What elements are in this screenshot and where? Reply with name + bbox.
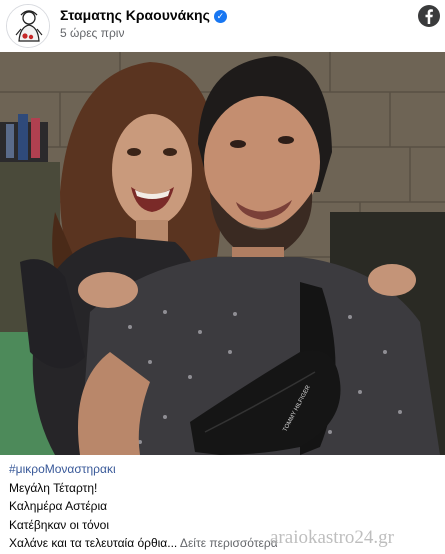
facebook-icon[interactable] bbox=[418, 5, 440, 27]
photo-illustration: TOMMY HILFIGER bbox=[0, 52, 445, 455]
caption-line: Χαλάνε και τα τελευταία όρθια... bbox=[9, 536, 178, 550]
see-more-link[interactable]: Δείτε περισσότερα bbox=[180, 536, 278, 550]
post-header: Σταματης Κραουνάκης ✓ 5 ώρες πριν bbox=[0, 0, 445, 52]
caption-line: Μεγάλη Τέταρτη! bbox=[9, 480, 98, 495]
author-name[interactable]: Σταματης Κραουνάκης bbox=[60, 7, 210, 23]
facebook-glyph bbox=[425, 9, 433, 24]
author-name-row[interactable]: Σταματης Κραουνάκης ✓ bbox=[60, 7, 227, 23]
verified-badge-icon: ✓ bbox=[213, 10, 227, 23]
avatar-drawing bbox=[7, 5, 49, 47]
site-watermark: araiokastro24.gr bbox=[270, 527, 394, 548]
caption-line: Καλημέρα Αστέρια bbox=[9, 499, 108, 513]
post-timestamp[interactable]: 5 ώρες πριν bbox=[60, 26, 124, 40]
post-photo[interactable]: TOMMY HILFIGER bbox=[0, 52, 445, 455]
author-avatar[interactable] bbox=[6, 4, 50, 48]
hashtag-link[interactable]: #μικροΜοναστηρακι bbox=[9, 460, 439, 479]
